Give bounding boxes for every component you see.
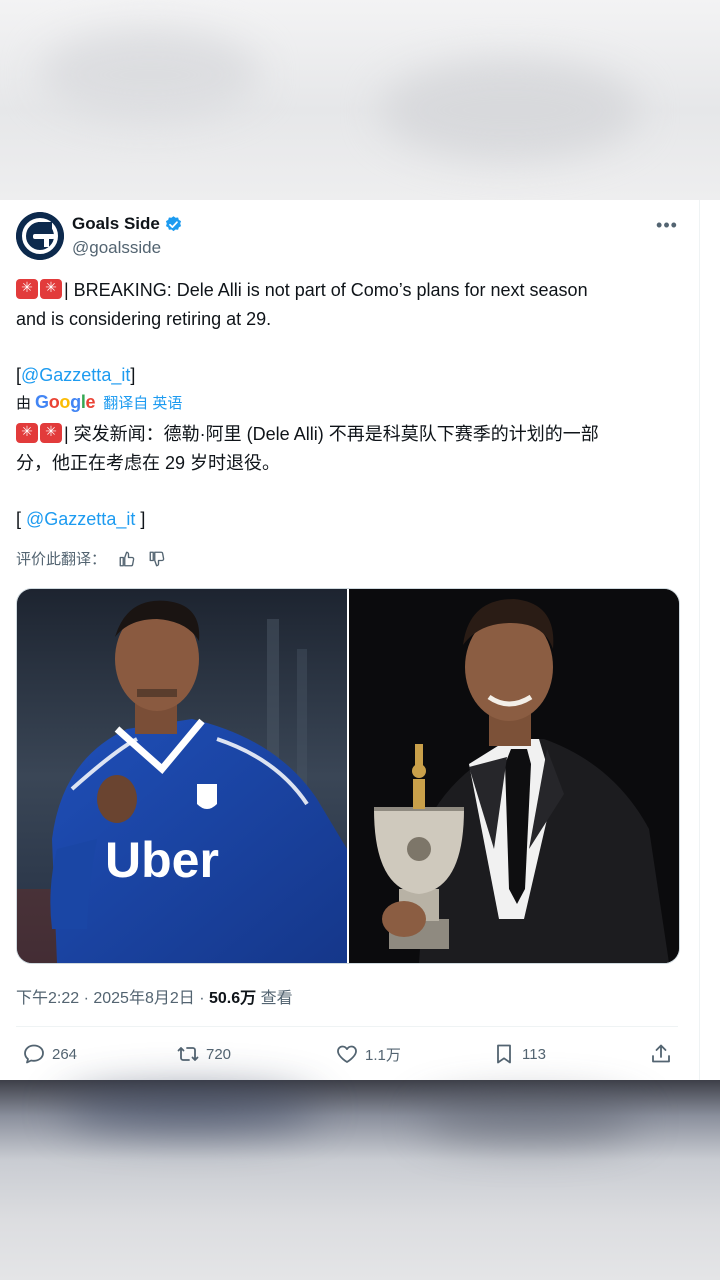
source-line: [@Gazzetta_it] (16, 361, 135, 390)
tweet-media[interactable]: Uber (16, 588, 680, 964)
translated-by-google: 由 Google 翻译自 英语 (16, 392, 182, 413)
share-button[interactable] (649, 1042, 673, 1066)
tweet-text: | BREAKING: Dele Alli is not part of Com… (64, 280, 588, 300)
bracket-close: ] (130, 365, 136, 385)
translated-by-label: 由 (16, 395, 32, 412)
divider (16, 1026, 678, 1027)
translated-from-link[interactable]: 翻译自 英语 (103, 392, 182, 413)
verified-badge-icon (165, 215, 181, 231)
retweet-icon (177, 1047, 199, 1061)
siren-emoji-icon (40, 420, 62, 443)
translated-text-line-2: 分，他正在考虑在 29 岁时退役。 (16, 453, 281, 473)
gazzetta-mention-link[interactable]: @Gazzetta_it (21, 365, 130, 385)
heart-icon (337, 1045, 357, 1063)
reply-button[interactable]: 264 (22, 1042, 77, 1066)
retweet-count: 720 (206, 1045, 232, 1063)
author-name-text[interactable]: Goals Side (72, 214, 160, 234)
views-count: 50.6万 (208, 990, 257, 1007)
reply-icon (24, 1044, 44, 1064)
siren-emoji-icon (16, 420, 38, 443)
player-award-illustration (349, 589, 679, 963)
svg-text:Uber: Uber (105, 832, 219, 888)
rate-translation: 评价此翻译： (16, 548, 166, 569)
author-handle[interactable]: @goalsside (72, 238, 161, 258)
more-icon[interactable]: ••• (654, 212, 680, 238)
thumbs-up-icon[interactable] (118, 550, 136, 568)
translated-text-line-1: | 突发新闻：德勒·阿里 (Dele Alli) 不再是科莫队下赛季的计划的一部 (16, 420, 599, 449)
bookmark-icon (497, 1044, 511, 1064)
translated-text: | 突发新闻：德勒·阿里 (Dele Alli) 不再是科莫队下赛季的计划的一部 (64, 424, 599, 444)
photo-player-como[interactable]: Uber (17, 589, 347, 963)
translated-source-line: [ @Gazzetta_it ] (16, 505, 145, 534)
siren-emoji-icon (16, 276, 38, 299)
tweet-timestamp[interactable]: 下午2:22 · 2025年8月2日 · (16, 990, 209, 1007)
reply-count: 264 (52, 1045, 78, 1063)
bookmark-count: 113 (522, 1045, 546, 1063)
bracket-close: ] (135, 509, 146, 529)
bookmark-button[interactable]: 113 (492, 1042, 546, 1066)
gazzetta-mention-link[interactable]: @Gazzetta_it (26, 509, 135, 529)
share-icon (652, 1044, 670, 1063)
author-avatar[interactable] (16, 212, 64, 260)
author-name[interactable]: Goals Side (72, 214, 183, 234)
like-button[interactable]: 1.1万 (335, 1042, 401, 1066)
tweet-text-line-2: and is considering retiring at 29. (16, 309, 272, 329)
retweet-button[interactable]: 720 (176, 1042, 231, 1066)
bracket-open: [ (16, 509, 27, 529)
siren-emoji-icon (40, 276, 62, 299)
like-count: 1.1万 (365, 1046, 401, 1064)
card-divider (699, 200, 700, 1080)
thumbs-down-icon[interactable] (148, 550, 166, 568)
goals-side-logo (16, 212, 64, 260)
player-como-illustration: Uber (17, 589, 347, 963)
rate-translation-label: 评价此翻译： (16, 551, 107, 568)
background-top (0, 0, 720, 200)
tweet-meta: 下午2:22 · 2025年8月2日 · 50.6万 查看 (16, 984, 293, 1008)
background-bottom (0, 1080, 720, 1280)
photo-player-award[interactable] (349, 589, 679, 963)
tweet-actions: 264 720 1.1万 113 (0, 1040, 720, 1070)
tweet-text-line-1: | BREAKING: Dele Alli is not part of Com… (16, 276, 588, 305)
views-label: 查看 (256, 990, 293, 1007)
google-logo: Google (35, 392, 96, 412)
